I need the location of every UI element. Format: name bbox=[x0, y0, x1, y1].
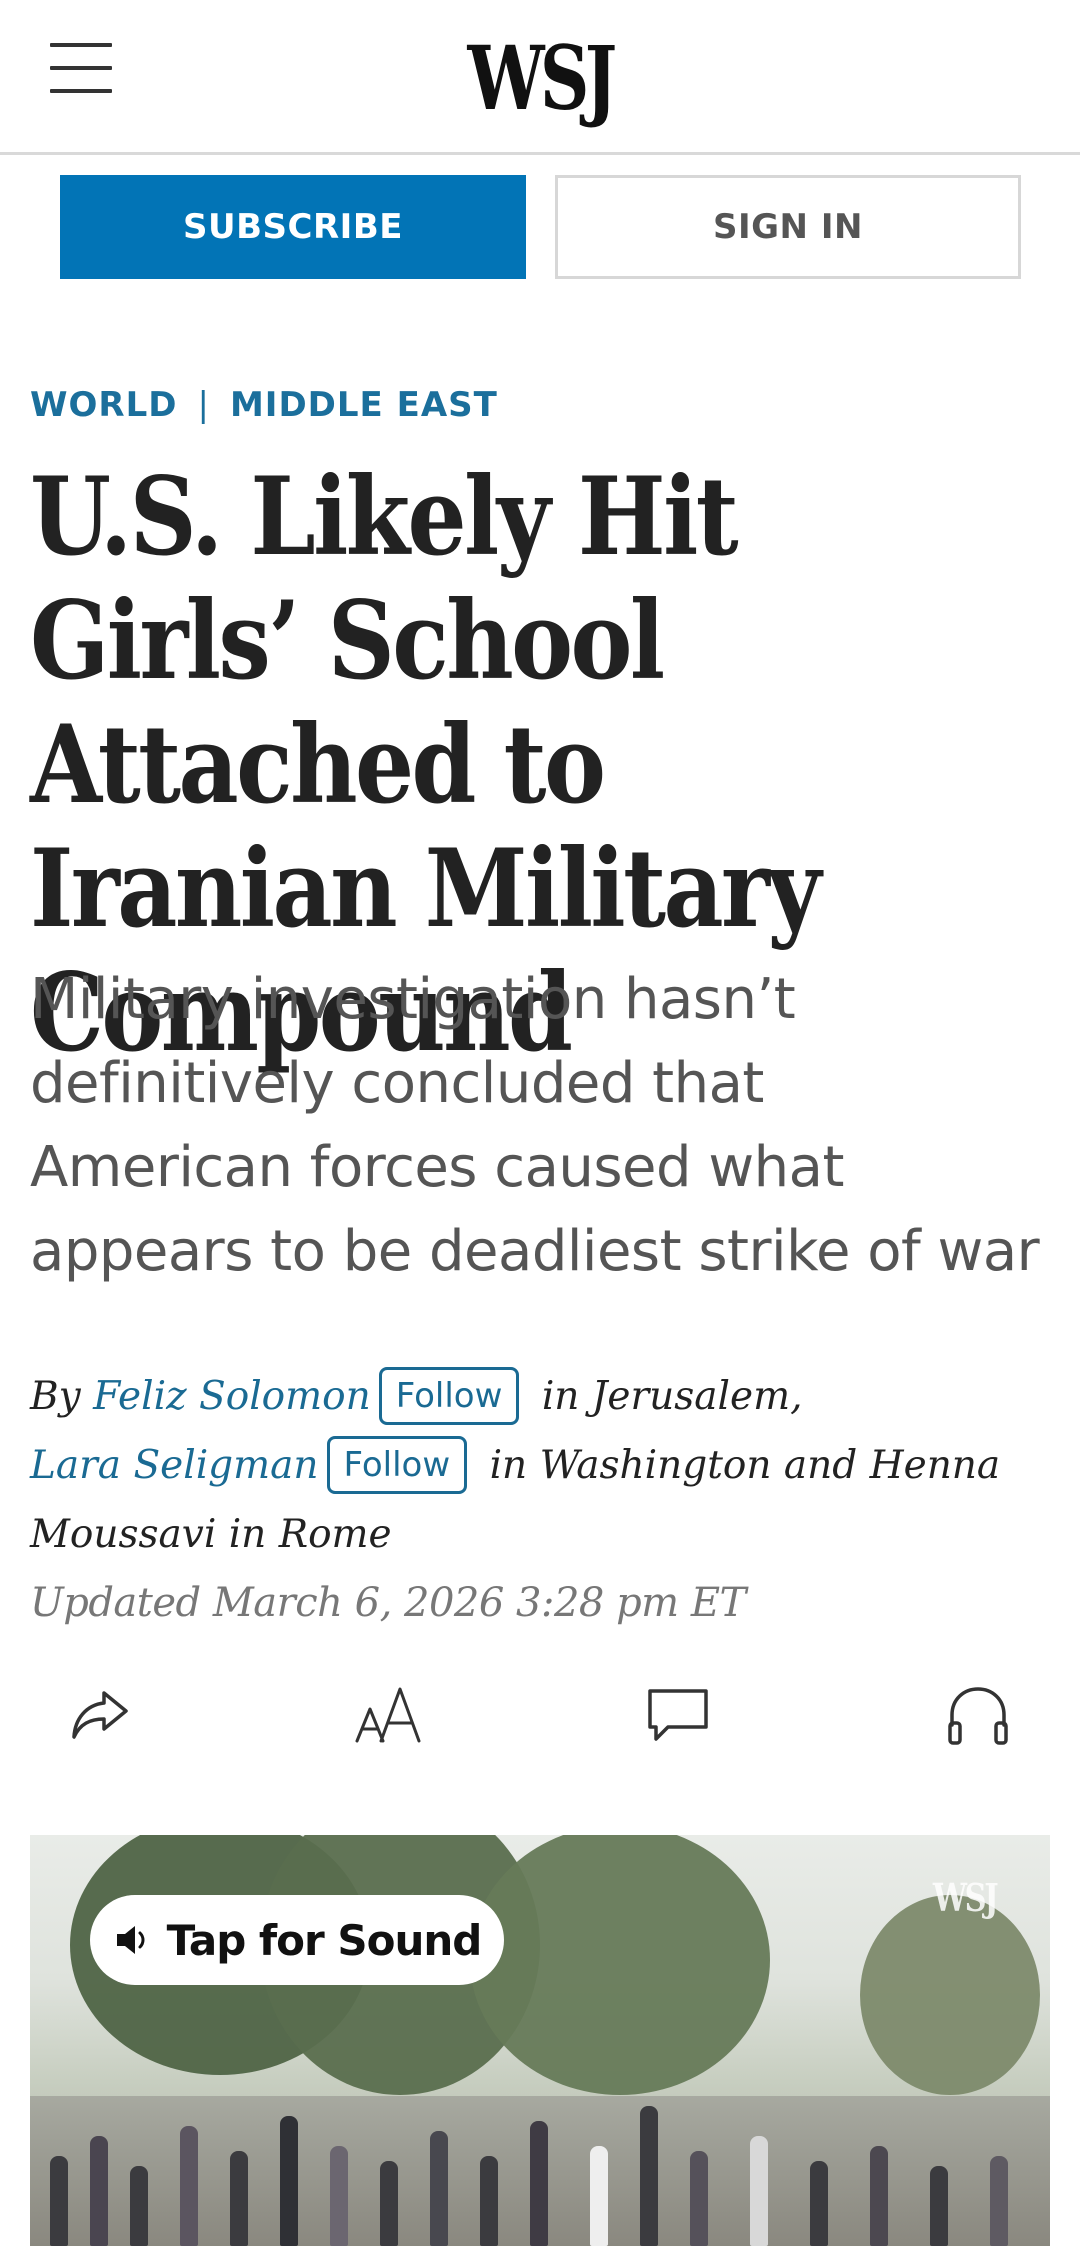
author-link-feliz-solomon[interactable]: Feliz Solomon bbox=[93, 1374, 371, 1419]
tap-for-sound-label: Tap for Sound bbox=[166, 1915, 483, 1965]
share-icon[interactable] bbox=[55, 1670, 145, 1760]
comment-icon[interactable] bbox=[633, 1670, 723, 1760]
byline-by: By bbox=[30, 1374, 81, 1419]
author-link-lara-seligman[interactable]: Lara Seligman bbox=[30, 1443, 319, 1488]
byline-location-1: in Jerusalem, bbox=[541, 1374, 803, 1419]
updated-timestamp: Updated March 6, 2026 3:28 pm ET bbox=[30, 1580, 746, 1626]
breadcrumb-separator: | bbox=[197, 385, 210, 425]
video-watermark: WSJ bbox=[932, 1875, 999, 1920]
follow-button-lara-seligman[interactable]: Follow bbox=[326, 1436, 468, 1494]
headphones-icon[interactable] bbox=[933, 1670, 1023, 1760]
subscribe-button[interactable]: SUBSCRIBE bbox=[60, 175, 526, 279]
section-link-world[interactable]: WORLD bbox=[30, 385, 177, 425]
section-breadcrumb: WORLD | MIDDLE EAST bbox=[30, 385, 498, 425]
byline: By Feliz Solomon Follow in Jerusalem, Lar… bbox=[30, 1362, 1050, 1569]
wsj-logo[interactable]: WSJ bbox=[119, 28, 961, 128]
section-link-middle-east[interactable]: MIDDLE EAST bbox=[230, 385, 498, 425]
speaker-icon bbox=[116, 1926, 145, 1954]
follow-button-feliz-solomon[interactable]: Follow bbox=[378, 1367, 520, 1425]
video-scene-tree bbox=[860, 1895, 1040, 2095]
article-tools bbox=[0, 1670, 1080, 1760]
hamburger-menu-icon[interactable] bbox=[50, 43, 112, 95]
video-scene-tree bbox=[470, 1835, 770, 2095]
article-dek: Military investigation hasn’t definitive… bbox=[30, 967, 1040, 1284]
video-scene-crowd bbox=[30, 2106, 1050, 2246]
video-player[interactable]: WSJ Tap for Sound bbox=[30, 1835, 1050, 2246]
tap-for-sound-button[interactable]: Tap for Sound bbox=[90, 1895, 504, 1985]
site-header: WSJ bbox=[0, 0, 1080, 155]
sign-in-button[interactable]: SIGN IN bbox=[555, 175, 1021, 279]
text-size-icon[interactable] bbox=[344, 1670, 434, 1760]
